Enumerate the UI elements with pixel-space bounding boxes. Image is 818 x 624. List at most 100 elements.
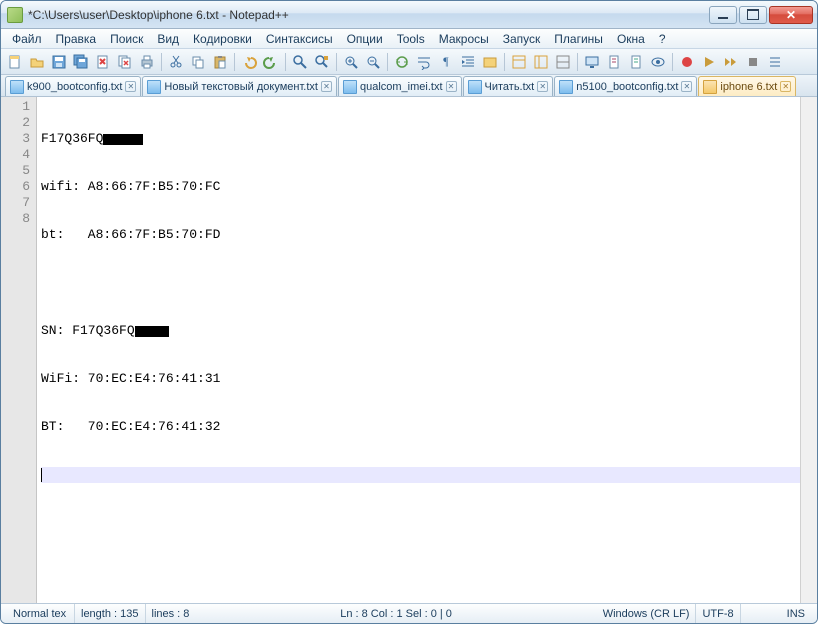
file-icon <box>343 80 357 94</box>
menu-macros[interactable]: Макросы <box>432 30 496 48</box>
print-icon[interactable] <box>137 52 157 72</box>
code-line: SN: F17Q36FQ <box>41 323 800 339</box>
menu-options[interactable]: Опции <box>340 30 390 48</box>
titlebar: *C:\Users\user\Desktop\iphone 6.txt - No… <box>1 1 817 29</box>
code-line: wifi: A8:66:7F:B5:70:FC <box>41 179 800 195</box>
line-number: 8 <box>1 211 30 227</box>
save-icon[interactable] <box>49 52 69 72</box>
status-length: length : 135 <box>75 604 146 623</box>
folder-icon[interactable] <box>480 52 500 72</box>
line-number: 1 <box>1 99 30 115</box>
redacted <box>103 134 143 145</box>
eye-icon[interactable] <box>648 52 668 72</box>
list-icon[interactable] <box>765 52 785 72</box>
tab-close-icon[interactable]: ✕ <box>780 81 791 92</box>
menu-search[interactable]: Поиск <box>103 30 150 48</box>
redacted <box>135 326 169 337</box>
code-line <box>41 275 800 291</box>
saveall-icon[interactable] <box>71 52 91 72</box>
statusbar: Normal tex length : 135 lines : 8 Ln : 8… <box>1 603 817 623</box>
line-number: 3 <box>1 131 30 147</box>
copy-icon[interactable] <box>188 52 208 72</box>
status-filetype: Normal tex <box>7 604 75 623</box>
tab-label: Новый текстовый документ.txt <box>164 81 318 93</box>
code-line: bt: A8:66:7F:B5:70:FD <box>41 227 800 243</box>
text-cursor <box>41 468 42 482</box>
stop-icon[interactable] <box>743 52 763 72</box>
playfast-icon[interactable] <box>721 52 741 72</box>
close-icon[interactable] <box>93 52 113 72</box>
tab-close-icon[interactable]: ✕ <box>446 81 457 92</box>
menu-plugins[interactable]: Плагины <box>547 30 610 48</box>
line-number: 6 <box>1 179 30 195</box>
tab-qualcom[interactable]: qualcom_imei.txt✕ <box>338 76 462 96</box>
tab-k900[interactable]: k900_bootconfig.txt✕ <box>5 76 141 96</box>
replace-icon[interactable] <box>312 52 332 72</box>
menu-help[interactable]: ? <box>652 30 673 48</box>
func2-icon[interactable] <box>531 52 551 72</box>
doc2-icon[interactable] <box>626 52 646 72</box>
tabbar: k900_bootconfig.txt✕ Новый текстовый док… <box>1 75 817 97</box>
allchars-icon[interactable]: ¶ <box>436 52 456 72</box>
file-icon <box>703 80 717 94</box>
menu-view[interactable]: Вид <box>150 30 186 48</box>
scrollbar-vertical[interactable] <box>800 97 817 603</box>
sync-icon[interactable] <box>392 52 412 72</box>
tab-iphone6[interactable]: iphone 6.txt✕ <box>698 76 796 96</box>
find-icon[interactable] <box>290 52 310 72</box>
tab-read[interactable]: Читать.txt✕ <box>463 76 554 96</box>
close-button[interactable]: ✕ <box>769 6 813 24</box>
wrap-icon[interactable] <box>414 52 434 72</box>
status-mode: INS <box>781 604 811 623</box>
file-icon <box>147 80 161 94</box>
minimize-button[interactable] <box>709 6 737 24</box>
tab-n5100[interactable]: n5100_bootconfig.txt✕ <box>554 76 697 96</box>
open-icon[interactable] <box>27 52 47 72</box>
menu-windows[interactable]: Окна <box>610 30 652 48</box>
tab-label: iphone 6.txt <box>720 81 777 93</box>
gutter: 1 2 3 4 5 6 7 8 <box>1 97 37 603</box>
tab-close-icon[interactable]: ✕ <box>125 81 136 92</box>
line-number: 7 <box>1 195 30 211</box>
undo-icon[interactable] <box>239 52 259 72</box>
new-icon[interactable] <box>5 52 25 72</box>
rec-icon[interactable] <box>677 52 697 72</box>
zoomout-icon[interactable] <box>363 52 383 72</box>
menu-edit[interactable]: Правка <box>49 30 104 48</box>
code-line: WiFi: 70:EC:E4:76:41:31 <box>41 371 800 387</box>
play-icon[interactable] <box>699 52 719 72</box>
tab-close-icon[interactable]: ✕ <box>681 81 692 92</box>
doc1-icon[interactable] <box>604 52 624 72</box>
mon-icon[interactable] <box>582 52 602 72</box>
indent-icon[interactable] <box>458 52 478 72</box>
cut-icon[interactable] <box>166 52 186 72</box>
menu-run[interactable]: Запуск <box>496 30 548 48</box>
paste-icon[interactable] <box>210 52 230 72</box>
tab-close-icon[interactable]: ✕ <box>537 81 548 92</box>
code-line-current <box>41 467 800 483</box>
tab-newdoc[interactable]: Новый текстовый документ.txt✕ <box>142 76 337 96</box>
maximize-button[interactable] <box>739 6 767 24</box>
menu-encoding[interactable]: Кодировки <box>186 30 259 48</box>
app-icon <box>7 7 23 23</box>
zoomin-icon[interactable] <box>341 52 361 72</box>
editor[interactable]: 1 2 3 4 5 6 7 8 F17Q36FQ wifi: A8:66:7F:… <box>1 97 817 603</box>
hide-icon[interactable] <box>553 52 573 72</box>
tab-label: Читать.txt <box>485 81 535 93</box>
tab-close-icon[interactable]: ✕ <box>321 81 332 92</box>
line-number: 5 <box>1 163 30 179</box>
file-icon <box>468 80 482 94</box>
code-area[interactable]: F17Q36FQ wifi: A8:66:7F:B5:70:FC bt: A8:… <box>37 97 800 603</box>
file-icon <box>10 80 24 94</box>
window-title: *C:\Users\user\Desktop\iphone 6.txt - No… <box>28 8 709 22</box>
tab-label: n5100_bootconfig.txt <box>576 81 678 93</box>
menu-syntax[interactable]: Синтаксисы <box>259 30 340 48</box>
code-line: BT: 70:EC:E4:76:41:32 <box>41 419 800 435</box>
menu-tools[interactable]: Tools <box>390 30 432 48</box>
redo-icon[interactable] <box>261 52 281 72</box>
tab-label: qualcom_imei.txt <box>360 81 443 93</box>
status-encoding: UTF-8 <box>696 604 740 623</box>
menu-file[interactable]: Файл <box>5 30 49 48</box>
func1-icon[interactable] <box>509 52 529 72</box>
closeall-icon[interactable] <box>115 52 135 72</box>
